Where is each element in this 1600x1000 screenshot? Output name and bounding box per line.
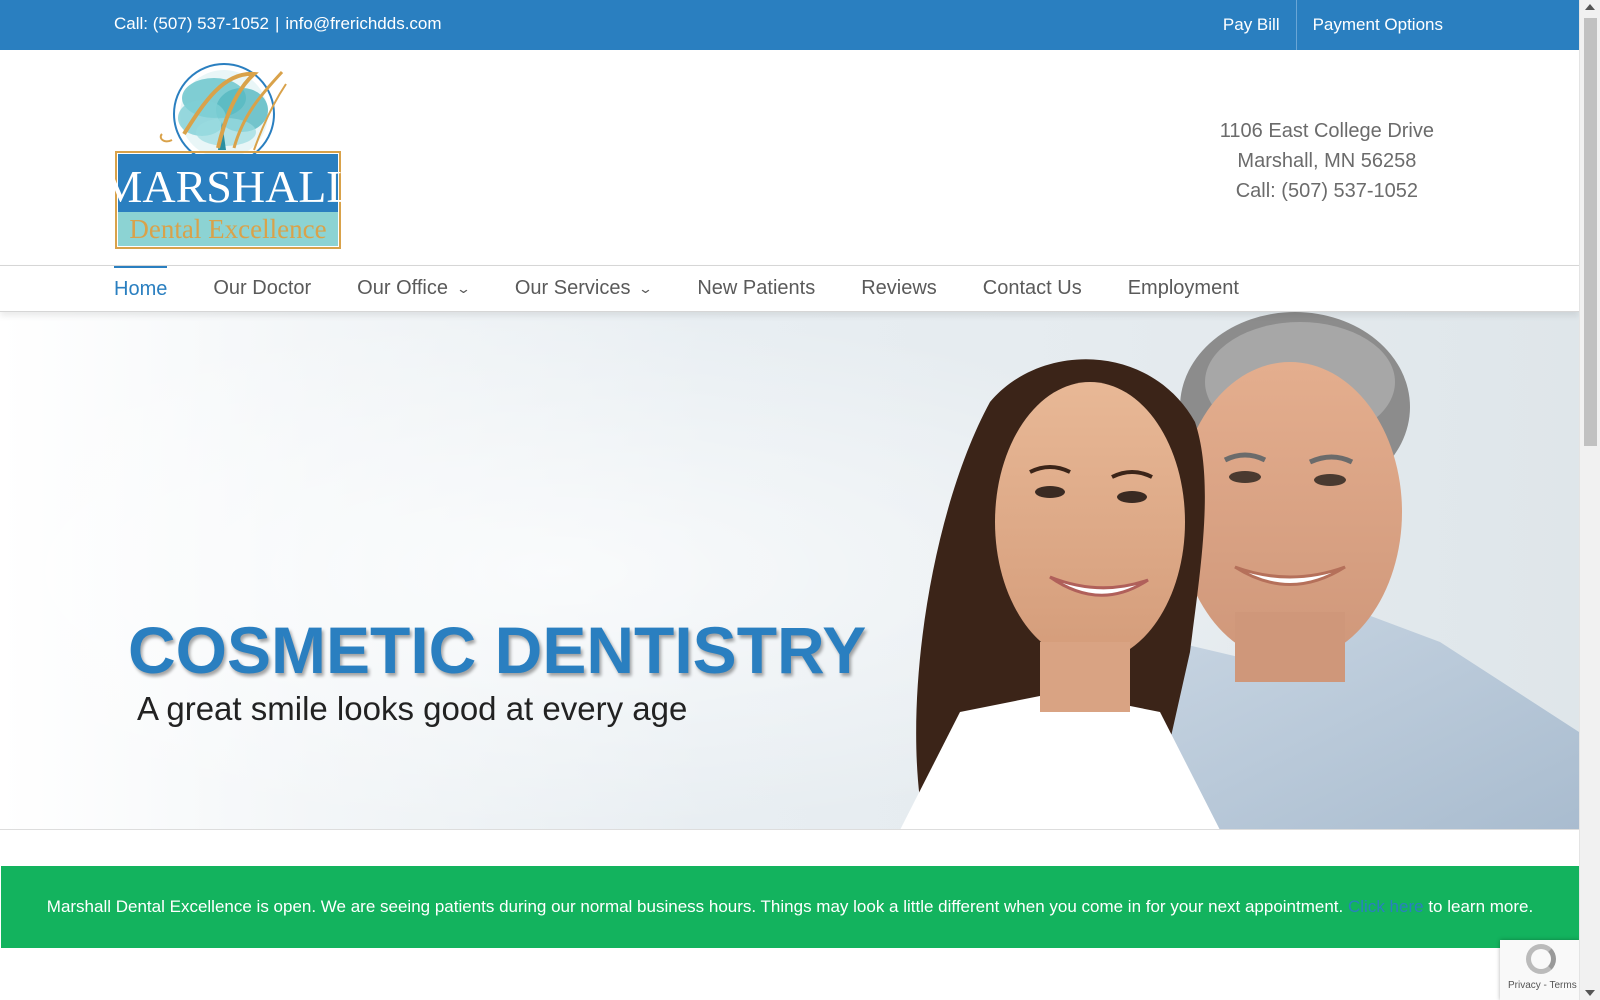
top-contact: Call: (507) 537-1052 | info@frerichdds.com	[114, 14, 442, 34]
nav-item-employment[interactable]: Employment	[1128, 266, 1239, 312]
recaptcha-badge[interactable]: Privacy - Terms	[1500, 940, 1579, 1000]
logo-text-subtitle: Dental Excellence	[129, 214, 326, 244]
notice-click-here-link[interactable]: Click here	[1348, 897, 1424, 916]
address-street: 1106 East College Drive	[1219, 120, 1434, 142]
hero-subtitle: A great smile looks good at every age	[137, 690, 688, 727]
scroll-down-arrow-icon[interactable]	[1585, 990, 1595, 996]
nav-item-our-doctor[interactable]: Our Doctor	[213, 266, 311, 312]
top-bar: Call: (507) 537-1052 | info@frerichdds.com…	[0, 0, 1579, 50]
top-separator: |	[274, 14, 280, 33]
top-phone-link[interactable]: Call: (507) 537-1052	[114, 14, 269, 33]
nav-label: Employment	[1127, 277, 1239, 299]
address-city: Marshall, MN 56258	[1237, 150, 1417, 172]
nav-label: Our Office	[357, 277, 448, 299]
page: Call: (507) 537-1052 | info@frerichdds.com…	[0, 0, 1579, 1000]
hero-banner: COSMETIC DENTISTRY A great smile looks g…	[0, 312, 1579, 830]
payment-options-link[interactable]: Payment Options	[1295, 0, 1459, 50]
nav-label: Our Doctor	[213, 277, 312, 299]
scrollbar-thumb[interactable]	[1584, 18, 1597, 446]
notice-after-text: to learn more.	[1428, 897, 1534, 916]
nav-item-home[interactable]: Home	[114, 266, 168, 312]
top-links: Pay Bill Payment Options	[1207, 0, 1459, 50]
page-scrollbar[interactable]	[1579, 0, 1600, 1000]
recaptcha-icon	[1526, 944, 1556, 974]
chevron-down-icon: ⌄	[455, 280, 472, 296]
nav-item-reviews[interactable]: Reviews	[861, 266, 937, 312]
site-header: MARSHALL Dental Excellence 1106 East Col…	[0, 50, 1579, 265]
scroll-up-arrow-icon[interactable]	[1585, 4, 1595, 10]
main-nav: Home Our Doctor Our Office ⌄ Our Services…	[0, 265, 1579, 312]
pay-bill-link[interactable]: Pay Bill	[1207, 0, 1296, 50]
hero-title: COSMETIC DENTISTRY	[128, 613, 867, 687]
nav-label: New Patients	[697, 277, 816, 299]
nav-item-new-patients[interactable]: New Patients	[697, 266, 815, 312]
hero-couple-photo	[0, 312, 1579, 829]
nav-label: Our Services	[514, 277, 631, 299]
nav-item-our-office[interactable]: Our Office ⌄	[357, 266, 472, 312]
nav-label: Reviews	[861, 277, 937, 299]
nav-item-our-services[interactable]: Our Services ⌄	[514, 266, 654, 312]
top-email-link[interactable]: info@frerichdds.com	[285, 14, 441, 33]
nav-label: Home	[114, 278, 168, 300]
nav-label: Contact Us	[982, 277, 1082, 299]
chevron-down-icon: ⌄	[638, 280, 654, 296]
address-phone[interactable]: Call: (507) 537-1052	[1220, 176, 1434, 206]
site-logo[interactable]: MARSHALL Dental Excellence	[101, 62, 355, 252]
logo-text-marshall: MARSHALL	[114, 161, 344, 212]
notice-text: Marshall Dental Excellence is open. We a…	[46, 897, 1344, 916]
logo-graphic: MARSHALL Dental Excellence	[101, 63, 355, 249]
nav-item-contact-us[interactable]: Contact Us	[983, 266, 1082, 312]
recaptcha-privacy-terms[interactable]: Privacy - Terms	[1508, 980, 1577, 991]
header-address: 1106 East College Drive Marshall, MN 562…	[1220, 116, 1434, 206]
covid-notice-bar: Marshall Dental Excellence is open. We a…	[1, 866, 1579, 948]
